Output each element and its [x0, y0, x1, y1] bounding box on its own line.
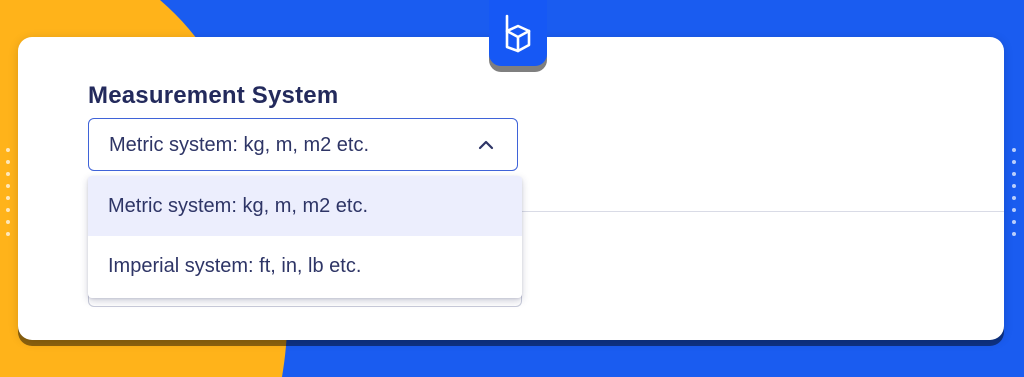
section-divider — [520, 211, 1004, 212]
option-metric[interactable]: Metric system: kg, m, m2 etc. — [88, 176, 522, 236]
decorative-dots-right — [1012, 148, 1016, 244]
building-logo-icon — [505, 14, 531, 53]
decorative-dots-left — [6, 148, 10, 244]
measurement-system-label: Measurement System — [88, 82, 339, 109]
chevron-up-icon[interactable] — [477, 136, 495, 154]
building-logo-badge — [489, 0, 547, 66]
selected-value: Metric system: kg, m, m2 etc. — [109, 134, 370, 156]
measurement-options-menu: Metric system: kg, m, m2 etc. Imperial s… — [88, 176, 522, 298]
measurement-system-select[interactable]: Metric system: kg, m, m2 etc. — [88, 118, 518, 171]
option-imperial[interactable]: Imperial system: ft, in, lb etc. — [88, 236, 522, 296]
